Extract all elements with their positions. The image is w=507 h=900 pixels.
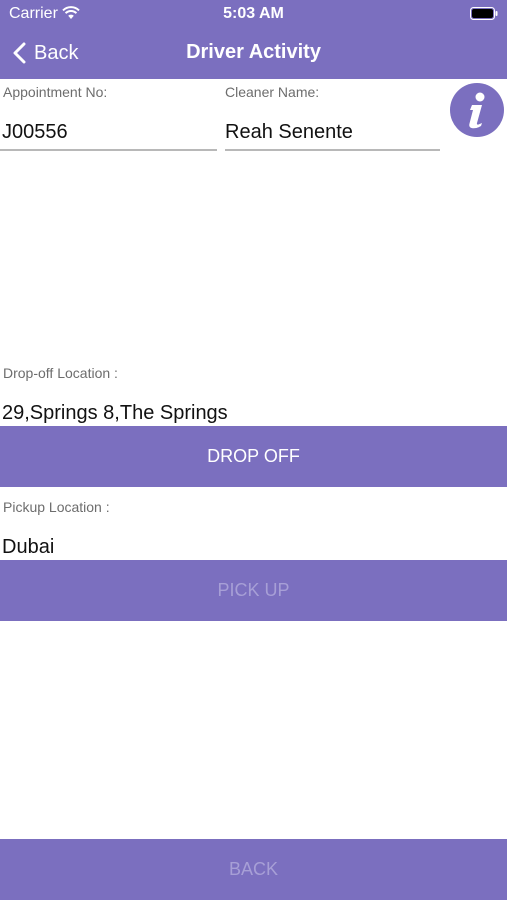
status-time: 5:03 AM [223,5,284,22]
pickup-value: Dubai [2,536,55,558]
appointment-value[interactable]: J00556 [2,121,68,144]
dropoff-value: 29,Springs 8,The Springs [2,402,228,424]
cleaner-underline [225,149,440,151]
cleaner-label: Cleaner Name: [225,84,320,100]
drop-off-button[interactable]: DROP OFF [0,426,507,487]
appointment-label: Appointment No: [3,84,108,100]
header: Carrier 5:03 AM Back Driver Activity [0,0,507,79]
nav-bar: Back Driver Activity [0,28,507,79]
cleaner-value[interactable]: Reah Senente [225,121,353,144]
battery-icon [470,7,498,20]
info-icon [469,92,485,129]
back-button[interactable]: BACK [0,839,507,900]
page-title: Driver Activity [186,41,321,63]
pick-up-button[interactable]: PICK UP [0,560,507,621]
info-button[interactable] [450,83,504,137]
driver-activity-screen: Carrier 5:03 AM Back Driver Activity App… [0,0,507,900]
status-bar: Carrier 5:03 AM [0,0,507,28]
appointment-underline [0,149,217,151]
pickup-label: Pickup Location : [3,499,110,515]
dropoff-label: Drop-off Location : [3,365,118,381]
